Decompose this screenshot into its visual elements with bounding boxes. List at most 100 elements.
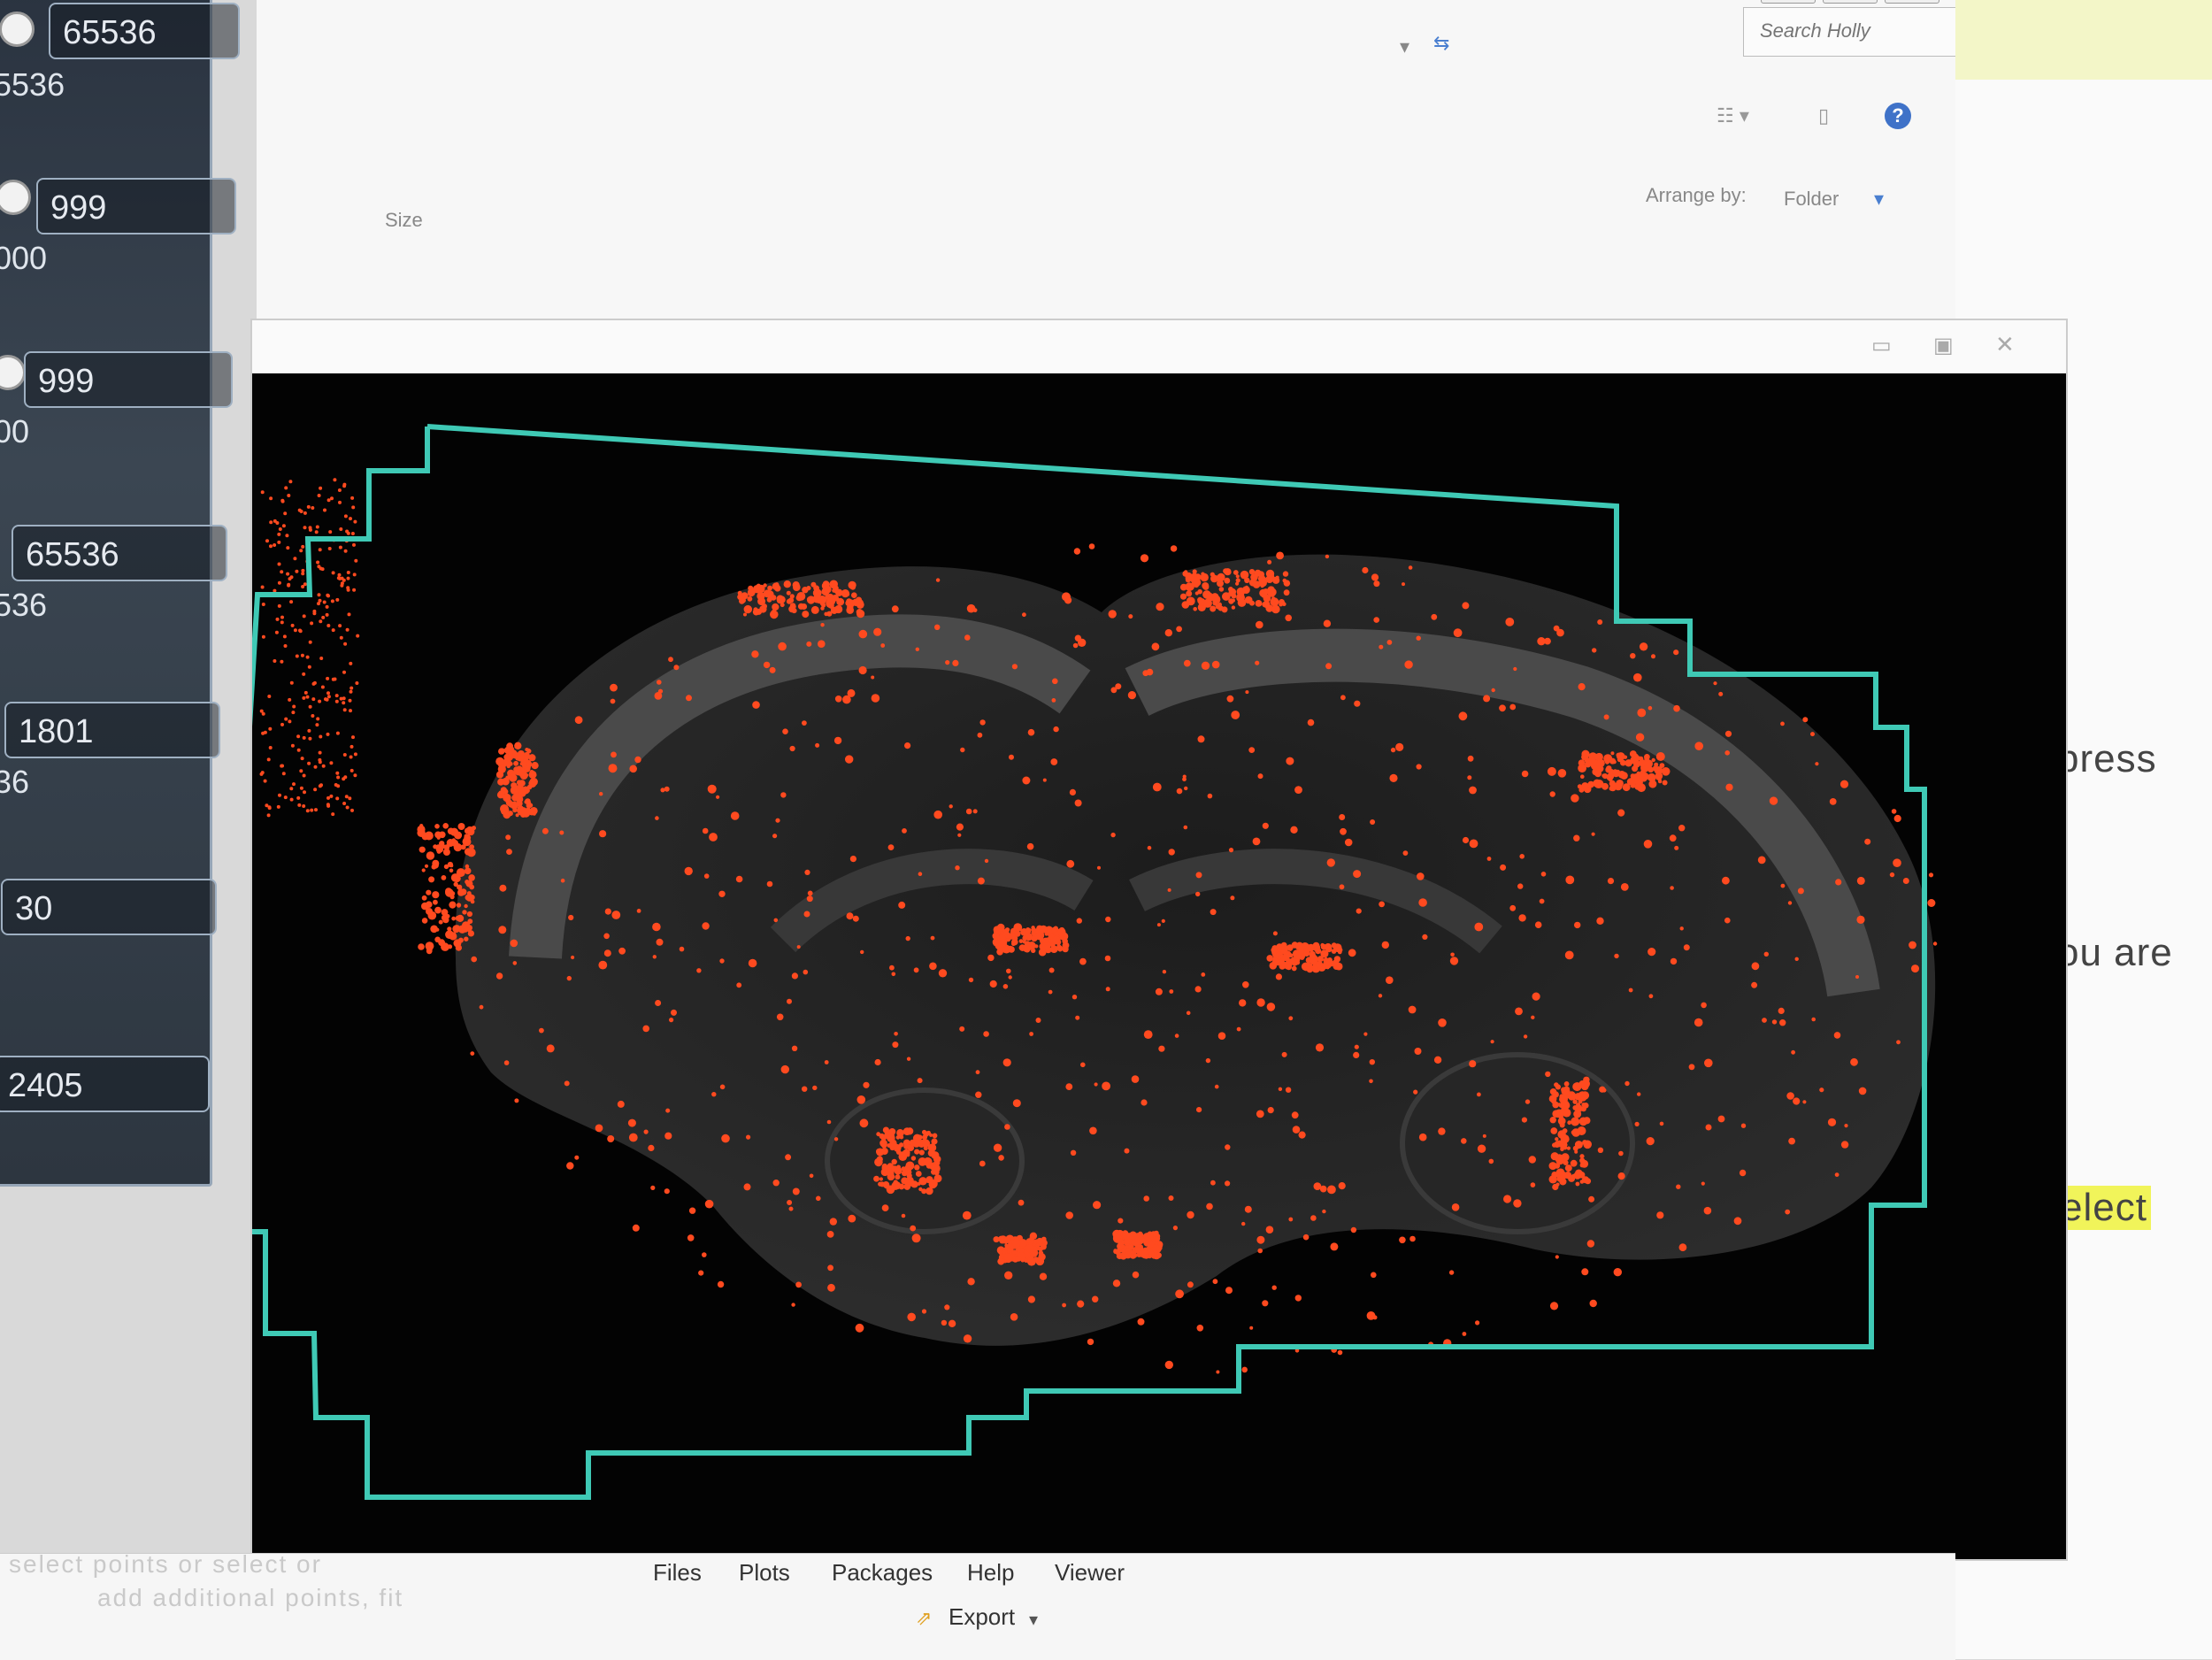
- signal-dot: [1294, 1295, 1302, 1302]
- signal-dot: [280, 620, 284, 625]
- signal-dot: [1202, 598, 1212, 608]
- chevron-down-icon[interactable]: ▾: [1874, 188, 1884, 211]
- chevron-down-icon[interactable]: ▾: [1029, 1609, 1038, 1631]
- slider-handle[interactable]: [0, 180, 31, 215]
- signal-dot: [932, 1133, 938, 1139]
- parameter-field-2[interactable]: 999: [36, 178, 236, 234]
- signal-dot: [465, 895, 472, 901]
- signal-dot: [1248, 569, 1256, 575]
- signal-dot: [1294, 786, 1302, 794]
- signal-dot: [303, 582, 307, 587]
- signal-dot: [686, 695, 692, 702]
- signal-dot: [464, 936, 469, 941]
- signal-dot: [1840, 1141, 1849, 1149]
- signal-dot: [295, 569, 299, 573]
- signal-dot: [1555, 1084, 1561, 1090]
- size-column-header[interactable]: Size: [385, 209, 423, 232]
- signal-dot: [668, 657, 673, 663]
- signal-dot: [418, 943, 425, 950]
- signal-dot: [824, 611, 828, 617]
- signal-dot: [318, 548, 322, 552]
- signal-dot: [1509, 703, 1517, 711]
- signal-dot: [1564, 950, 1574, 960]
- signal-dot: [1647, 948, 1656, 957]
- signal-dot: [1414, 1048, 1422, 1055]
- signal-dot: [1010, 1313, 1018, 1321]
- signal-dot: [303, 511, 307, 515]
- signal-dot: [338, 500, 342, 504]
- signal-dot: [447, 861, 453, 868]
- explorer-maximize-button[interactable]: [1823, 0, 1878, 4]
- signal-dot: [1909, 941, 1916, 949]
- signal-dot: [468, 874, 475, 881]
- signal-dot: [1554, 1163, 1561, 1169]
- refresh-icon[interactable]: ⇆: [1433, 32, 1449, 55]
- signal-dot: [1632, 773, 1640, 782]
- signal-dot: [1271, 604, 1280, 614]
- signal-dot: [1390, 747, 1396, 753]
- brain-section-image[interactable]: [252, 320, 2066, 1559]
- view-options-icon[interactable]: ☷ ▾: [1717, 104, 1749, 127]
- signal-dot: [898, 1183, 905, 1190]
- file-explorer-window: ▾ ⇆ ☷ ▾ ▯ ? Arrange by: Folder ▾ Size: [257, 0, 2196, 337]
- signal-dot: [933, 810, 942, 819]
- preview-pane-icon[interactable]: ▯: [1818, 104, 1829, 127]
- signal-dot: [277, 603, 281, 608]
- signal-dot: [848, 1214, 856, 1223]
- signal-dot: [1643, 840, 1653, 849]
- help-icon[interactable]: ?: [1885, 103, 1911, 129]
- signal-dot: [469, 884, 475, 890]
- signal-dot: [278, 527, 282, 531]
- signal-dot: [1932, 941, 1938, 946]
- signal-dot: [505, 834, 511, 841]
- signal-dot: [355, 681, 359, 685]
- signal-dot: [1596, 917, 1604, 925]
- signal-dot: [1074, 634, 1082, 642]
- signal-dot: [427, 911, 437, 920]
- signal-dot: [1416, 635, 1421, 641]
- explorer-close-button[interactable]: [1885, 0, 1939, 4]
- parameter-field-7[interactable]: 2405: [0, 1056, 210, 1112]
- signal-dot: [1256, 998, 1265, 1007]
- signal-dot: [1694, 742, 1703, 750]
- parameter-field-1[interactable]: 65536: [49, 3, 240, 59]
- tab-packages[interactable]: Packages: [832, 1559, 933, 1587]
- signal-dot: [791, 608, 797, 614]
- signal-dot: [915, 1171, 922, 1177]
- signal-dot: [348, 796, 352, 801]
- signal-dot: [295, 654, 299, 658]
- signal-dot: [462, 910, 467, 915]
- signal-dot: [1039, 1257, 1044, 1262]
- tab-viewer[interactable]: Viewer: [1055, 1559, 1125, 1587]
- signal-dot: [910, 1225, 917, 1232]
- signal-dot: [282, 634, 287, 639]
- tab-help[interactable]: Help: [967, 1559, 1014, 1587]
- tab-plots[interactable]: Plots: [739, 1559, 790, 1587]
- slider-handle[interactable]: [0, 12, 35, 47]
- parameter-field-5[interactable]: 1801: [4, 702, 220, 758]
- signal-dot: [334, 694, 339, 698]
- tab-files[interactable]: Files: [653, 1559, 702, 1587]
- signal-dot: [1834, 1172, 1839, 1177]
- parameter-field-4[interactable]: 65536: [12, 525, 227, 581]
- signal-dot: [311, 506, 315, 510]
- signal-dot: [1164, 1360, 1174, 1370]
- signal-dot: [278, 793, 281, 797]
- signal-dot: [696, 968, 702, 973]
- signal-dot: [1092, 1295, 1099, 1303]
- chevron-down-icon[interactable]: ▾: [1400, 35, 1409, 58]
- slider-handle[interactable]: [0, 355, 26, 390]
- signal-dot: [1519, 854, 1525, 859]
- arrange-by-dropdown[interactable]: Folder: [1784, 188, 1839, 211]
- signal-dot: [1239, 999, 1247, 1007]
- signal-dot: [1137, 1318, 1145, 1326]
- export-button[interactable]: Export: [949, 1603, 1015, 1631]
- signal-dot: [918, 1149, 925, 1156]
- parameter-field-6[interactable]: 30: [1, 879, 217, 935]
- explorer-minimize-button[interactable]: [1761, 0, 1816, 4]
- signal-dot: [1603, 714, 1609, 720]
- signal-dot: [1094, 1082, 1098, 1087]
- signal-dot: [516, 780, 522, 786]
- parameter-field-3[interactable]: 999: [24, 351, 233, 408]
- signal-dot: [1042, 937, 1048, 943]
